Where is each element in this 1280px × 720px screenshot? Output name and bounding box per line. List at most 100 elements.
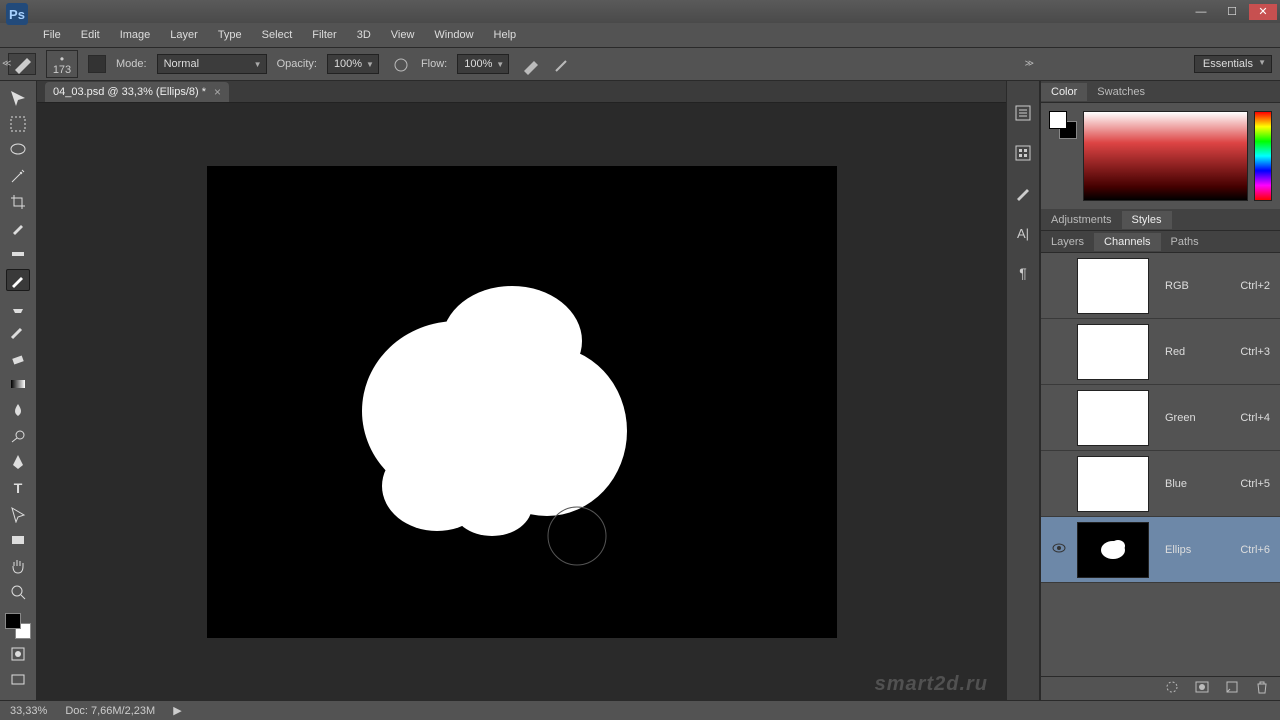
brush-tool[interactable] [6, 269, 30, 291]
blend-mode-dropdown[interactable]: Normal [157, 54, 267, 74]
hue-slider[interactable] [1254, 111, 1272, 201]
toolbox: T [0, 81, 37, 700]
eraser-tool[interactable] [6, 347, 30, 369]
channel-row[interactable]: EllipsCtrl+6 [1041, 517, 1280, 583]
marquee-tool[interactable] [6, 113, 30, 135]
brush-panel-toggle-icon[interactable] [88, 55, 106, 73]
tab-swatches[interactable]: Swatches [1087, 83, 1155, 101]
airbrush-icon[interactable] [519, 54, 541, 74]
clone-stamp-tool[interactable] [6, 295, 30, 317]
type-tool[interactable]: T [6, 477, 30, 499]
document-tab-title: 04_03.psd @ 33,3% (Ellips/8) * [53, 86, 206, 98]
channel-thumbnail [1077, 522, 1149, 578]
foreground-background-swatch[interactable] [5, 613, 31, 639]
magic-wand-tool[interactable] [6, 165, 30, 187]
close-tab-icon[interactable]: × [214, 85, 221, 99]
path-selection-tool[interactable] [6, 503, 30, 525]
channel-shortcut: Ctrl+6 [1240, 544, 1270, 556]
tool-preset-icon[interactable] [8, 53, 36, 75]
paragraph-panel-icon[interactable]: ¶ [1011, 261, 1035, 285]
gradient-tool[interactable] [6, 373, 30, 395]
screen-mode-icon[interactable] [6, 669, 30, 691]
menu-type[interactable]: Type [210, 27, 250, 43]
brush-panel-icon[interactable] [1011, 181, 1035, 205]
rectangle-tool[interactable] [6, 529, 30, 551]
channel-name: Green [1159, 412, 1230, 424]
hand-tool[interactable] [6, 555, 30, 577]
channel-name: Red [1159, 346, 1230, 358]
color-panel-fgbg[interactable] [1049, 111, 1077, 139]
color-panel-tabs: Color Swatches [1041, 81, 1280, 103]
channel-row[interactable]: GreenCtrl+4 [1041, 385, 1280, 451]
color-field[interactable] [1083, 111, 1248, 201]
menu-window[interactable]: Window [426, 27, 481, 43]
close-button[interactable]: ✕ [1249, 4, 1277, 20]
tab-paths[interactable]: Paths [1161, 233, 1209, 251]
lasso-tool[interactable] [6, 139, 30, 161]
save-selection-icon[interactable] [1194, 680, 1210, 697]
menu-filter[interactable]: Filter [304, 27, 344, 43]
crop-tool[interactable] [6, 191, 30, 213]
menu-help[interactable]: Help [486, 27, 525, 43]
channel-shortcut: Ctrl+5 [1240, 478, 1270, 490]
maximize-button[interactable]: ☐ [1218, 4, 1246, 20]
options-bar: • 173 Mode: Normal Opacity: 100% Flow: 1… [0, 47, 1280, 81]
canvas[interactable] [207, 166, 837, 638]
channel-thumbnail [1077, 456, 1149, 512]
mode-label: Mode: [116, 58, 147, 70]
menu-edit[interactable]: Edit [73, 27, 108, 43]
right-panels: Color Swatches Adjustments Styles Layers… [1040, 81, 1280, 700]
tab-layers[interactable]: Layers [1041, 233, 1094, 251]
eyedropper-tool[interactable] [6, 217, 30, 239]
color-panel [1041, 103, 1280, 209]
menu-select[interactable]: Select [254, 27, 301, 43]
flow-field[interactable]: 100% [457, 54, 509, 74]
channel-thumbnail [1077, 390, 1149, 446]
canvas-viewport[interactable]: smart2d.ru [37, 103, 1006, 700]
dodge-tool[interactable] [6, 425, 30, 447]
healing-brush-tool[interactable] [6, 243, 30, 265]
menu-3d[interactable]: 3D [349, 27, 379, 43]
menu-layer[interactable]: Layer [162, 27, 206, 43]
minimize-button[interactable]: — [1187, 4, 1215, 20]
opacity-field[interactable]: 100% [327, 54, 379, 74]
document-tab[interactable]: 04_03.psd @ 33,3% (Ellips/8) * × [45, 82, 229, 102]
blur-tool[interactable] [6, 399, 30, 421]
foreground-color-swatch[interactable] [5, 613, 21, 629]
menu-view[interactable]: View [383, 27, 423, 43]
visibility-toggle[interactable] [1051, 543, 1067, 556]
channel-row[interactable]: BlueCtrl+5 [1041, 451, 1280, 517]
status-menu-icon[interactable]: ▶ [173, 704, 181, 717]
document-area: 04_03.psd @ 33,3% (Ellips/8) * × smart2 [37, 81, 1006, 700]
character-panel-icon[interactable]: A| [1011, 221, 1035, 245]
tab-channels[interactable]: Channels [1094, 233, 1160, 251]
channel-name: RGB [1159, 280, 1230, 292]
collapse-left-icon[interactable]: ≪ [2, 58, 11, 69]
menu-file[interactable]: File [35, 27, 69, 43]
workspace-switcher[interactable]: Essentials [1194, 55, 1272, 73]
menu-image[interactable]: Image [112, 27, 159, 43]
delete-channel-icon[interactable] [1254, 680, 1270, 697]
tab-adjustments[interactable]: Adjustments [1041, 211, 1122, 229]
pressure-opacity-icon[interactable] [389, 54, 411, 74]
channel-shortcut: Ctrl+2 [1240, 280, 1270, 292]
history-brush-tool[interactable] [6, 321, 30, 343]
pressure-size-icon[interactable] [551, 54, 573, 74]
titlebar: — ☐ ✕ [0, 0, 1280, 23]
tab-styles[interactable]: Styles [1122, 211, 1172, 229]
move-tool[interactable] [6, 87, 30, 109]
properties-panel-icon[interactable] [1011, 141, 1035, 165]
quick-mask-icon[interactable] [6, 643, 30, 665]
collapse-right-icon[interactable]: ≫ [1025, 58, 1034, 69]
load-selection-icon[interactable] [1164, 680, 1180, 697]
brush-size-picker[interactable]: • 173 [46, 50, 78, 78]
channel-row[interactable]: RGB Ctrl+2 [1041, 253, 1280, 319]
new-channel-icon[interactable] [1224, 680, 1240, 697]
history-panel-icon[interactable] [1011, 101, 1035, 125]
channels-list: RGB Ctrl+2 RedCtrl+3GreenCtrl+4BlueCtrl+5E… [1041, 253, 1280, 676]
tab-color[interactable]: Color [1041, 83, 1087, 101]
pen-tool[interactable] [6, 451, 30, 473]
zoom-readout[interactable]: 33,33% [10, 705, 47, 717]
channel-row[interactable]: RedCtrl+3 [1041, 319, 1280, 385]
zoom-tool[interactable] [6, 581, 30, 603]
